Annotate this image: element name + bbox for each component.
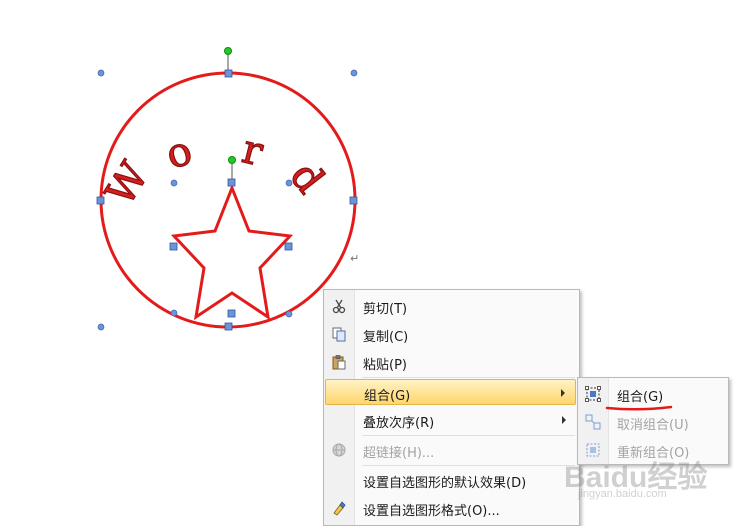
menu-separator <box>362 435 575 436</box>
menu-item-label: 设置自选图形的默认效果(D) <box>363 476 527 491</box>
scissors-icon <box>332 299 346 314</box>
submenu-arrow-icon <box>561 389 565 397</box>
rotate-handle[interactable] <box>224 47 232 55</box>
context-menu: 剪切(T) 复制(C) 粘贴(P) 组合(G) 叠放次序(R) 超链接(H)..… <box>323 289 580 526</box>
menu-item-hyperlink[interactable]: 超链接(H)... <box>325 437 576 463</box>
submenu-item-label: 组合(G) <box>617 390 664 405</box>
menu-item-label: 剪切(T) <box>363 302 408 317</box>
menu-separator <box>362 465 575 466</box>
menu-item-format-shape[interactable]: 设置自选图形格式(O)... <box>325 495 576 521</box>
format-shape-icon <box>333 501 346 516</box>
menu-item-paste[interactable]: 粘贴(P) <box>325 349 576 375</box>
menu-item-copy[interactable]: 复制(C) <box>325 321 576 347</box>
group-icon <box>585 386 601 402</box>
resize-handle[interactable] <box>169 242 178 251</box>
menu-item-label: 粘贴(P) <box>363 358 407 373</box>
group-handle[interactable] <box>170 309 178 317</box>
submenu-item-ungroup[interactable]: 取消组合(U) <box>579 409 725 435</box>
hyperlink-icon <box>332 443 346 457</box>
paste-icon <box>332 355 346 370</box>
annotation-underline <box>605 405 673 411</box>
copy-icon <box>332 327 346 342</box>
paragraph-return-mark: ↵ <box>350 252 360 265</box>
ungroup-icon <box>585 414 601 430</box>
resize-handle[interactable] <box>284 242 293 251</box>
watermark-url: jingyan.baidu.com <box>578 488 667 500</box>
resize-handle[interactable] <box>224 69 233 78</box>
resize-handle[interactable] <box>227 309 236 318</box>
submenu-item-label: 取消组合(U) <box>617 418 689 433</box>
resize-handle[interactable] <box>227 178 236 187</box>
menu-item-label: 叠放次序(R) <box>363 416 435 431</box>
group-handle[interactable] <box>170 179 178 187</box>
menu-item-cut[interactable]: 剪切(T) <box>325 293 576 319</box>
menu-item-order[interactable]: 叠放次序(R) <box>325 407 576 433</box>
rotate-handle[interactable] <box>228 156 236 164</box>
menu-item-label: 组合(G) <box>364 389 411 404</box>
group-handle[interactable] <box>97 69 105 77</box>
group-handle[interactable] <box>285 310 293 318</box>
menu-item-label: 超链接(H)... <box>363 446 435 461</box>
menu-item-default-effect[interactable]: 设置自选图形的默认效果(D) <box>325 467 576 493</box>
menu-separator <box>362 377 575 378</box>
resize-handle[interactable] <box>349 196 358 205</box>
group-handle[interactable] <box>350 69 358 77</box>
submenu-arrow-icon <box>562 416 566 424</box>
resize-handle[interactable] <box>224 322 233 331</box>
baidu-watermark: Baidu经验 jingyan.baidu.com <box>560 448 740 508</box>
star-shape[interactable] <box>170 183 294 321</box>
menu-item-label: 复制(C) <box>363 330 409 345</box>
resize-handle[interactable] <box>96 196 105 205</box>
menu-item-label: 设置自选图形格式(O)... <box>363 504 500 519</box>
menu-item-group[interactable]: 组合(G) <box>325 379 576 405</box>
group-handle[interactable] <box>97 323 105 331</box>
